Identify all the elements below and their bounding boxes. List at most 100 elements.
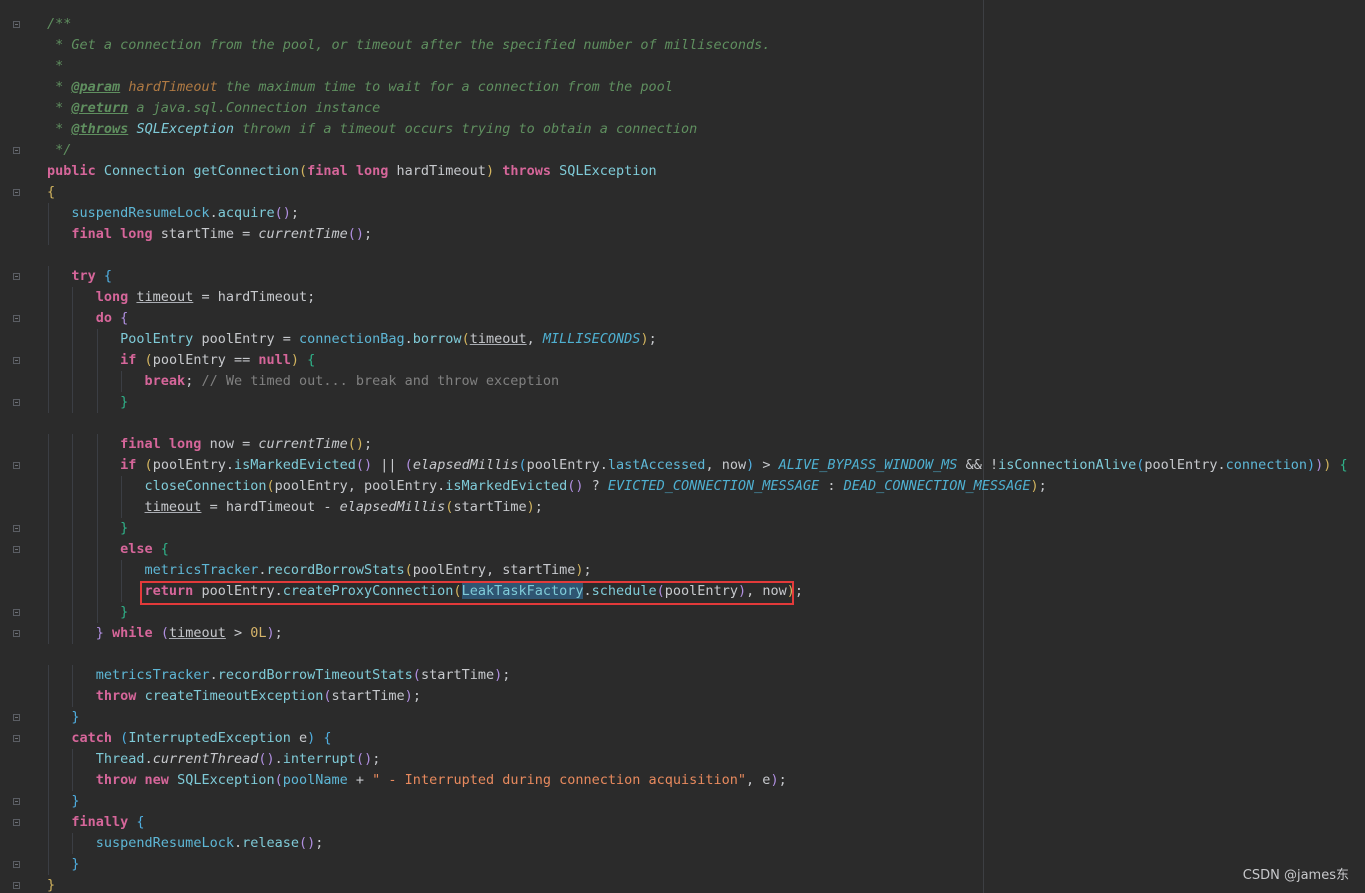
indent-guide <box>48 455 49 476</box>
code-line[interactable]: throw new SQLException(poolName + " - In… <box>0 770 1365 791</box>
code-line[interactable] <box>0 245 1365 266</box>
code-line[interactable]: closeConnection(poolEntry, poolEntry.isM… <box>0 476 1365 497</box>
code-line[interactable] <box>0 644 1365 665</box>
code-token: ; <box>364 436 373 452</box>
code-token: ( <box>298 163 308 179</box>
indent-guide <box>48 749 49 770</box>
code-token: break <box>144 373 186 389</box>
code-line[interactable]: PoolEntry poolEntry = connectionBag.borr… <box>0 329 1365 350</box>
code-token: , e <box>746 772 771 788</box>
code-token: DEAD_CONNECTION_MESSAGE <box>843 478 1031 494</box>
code-line[interactable]: suspendResumeLock.release(); <box>0 833 1365 854</box>
code-token: . <box>233 835 243 851</box>
code-line[interactable]: } <box>0 791 1365 812</box>
code-line[interactable]: timeout = hardTimeout - elapsedMillis(st… <box>0 497 1365 518</box>
code-token: { <box>323 730 332 746</box>
code-line[interactable]: /** <box>0 14 1365 35</box>
code-token: ? <box>583 478 608 494</box>
code-token: ; <box>1038 478 1047 494</box>
code-line[interactable]: * <box>0 56 1365 77</box>
code-token: ) <box>640 331 649 347</box>
code-line[interactable]: metricsTracker.recordBorrowTimeoutStats(… <box>0 665 1365 686</box>
code-line[interactable]: } <box>0 707 1365 728</box>
code-line[interactable]: } <box>0 875 1365 893</box>
code-line[interactable]: try { <box>0 266 1365 287</box>
indent-guide <box>48 581 49 602</box>
code-token: currentThread <box>152 751 259 767</box>
code-token: ( <box>518 457 527 473</box>
code-line[interactable]: catch (InterruptedException e) { <box>0 728 1365 749</box>
code-line[interactable]: if (poolEntry.isMarkedEvicted() || (elap… <box>0 455 1365 476</box>
code-line[interactable]: final long startTime = currentTime(); <box>0 224 1365 245</box>
code-line[interactable]: } <box>0 392 1365 413</box>
indent-guide <box>96 602 98 623</box>
code-line[interactable]: } <box>0 518 1365 539</box>
code-token: { <box>120 310 129 326</box>
code-token: null <box>258 352 291 368</box>
code-line[interactable]: * @throws SQLException thrown if a timeo… <box>0 119 1365 140</box>
indent-guide <box>72 497 74 518</box>
code-line[interactable]: public Connection getConnection(final lo… <box>0 161 1365 182</box>
code-line[interactable]: finally { <box>0 812 1365 833</box>
code-line[interactable]: else { <box>0 539 1365 560</box>
code-token: } <box>71 793 80 809</box>
code-line[interactable]: break; // We timed out... break and thro… <box>0 371 1365 392</box>
code-line[interactable] <box>0 413 1365 434</box>
code-token: suspendResumeLock <box>71 205 210 221</box>
code-line[interactable]: suspendResumeLock.acquire(); <box>0 203 1365 224</box>
code-line[interactable]: Thread.currentThread().interrupt(); <box>0 749 1365 770</box>
code-token: while <box>103 625 161 641</box>
code-token: /** <box>47 16 72 32</box>
code-token: a java.sql.Connection instance <box>128 100 381 116</box>
indent-guide <box>96 350 98 371</box>
code-token: public <box>47 163 104 179</box>
code-token: ( <box>144 352 153 368</box>
code-line[interactable]: } <box>0 854 1365 875</box>
code-line[interactable]: { <box>0 182 1365 203</box>
code-line[interactable]: } <box>0 602 1365 623</box>
indent-guide <box>72 329 74 350</box>
code-editor[interactable]: /** * Get a connection from the pool, or… <box>0 0 1365 893</box>
code-token: isMarkedEvicted <box>445 478 568 494</box>
code-token: > <box>754 457 779 473</box>
code-token: ; <box>315 835 324 851</box>
code-token: @return <box>71 100 129 116</box>
indent-guide <box>48 833 49 854</box>
code-line[interactable]: */ <box>0 140 1365 161</box>
code-token: * Get a connection from the pool, or tim… <box>47 37 771 53</box>
code-line[interactable]: * @return a java.sql.Connection instance <box>0 98 1365 119</box>
indent-guide <box>96 581 98 602</box>
indent-guide <box>48 770 49 791</box>
code-token: ; <box>290 205 300 221</box>
indent-guide <box>48 371 49 392</box>
code-line[interactable]: metricsTracker.recordBorrowStats(poolEnt… <box>0 560 1365 581</box>
code-token: . <box>144 751 153 767</box>
code-line[interactable]: * Get a connection from the pool, or tim… <box>0 35 1365 56</box>
code-token: * <box>47 100 72 116</box>
code-token: throws <box>494 163 560 179</box>
code-line[interactable]: } while (timeout > 0L); <box>0 623 1365 644</box>
indent-guide <box>121 560 123 581</box>
code-line[interactable]: throw createTimeoutException(startTime); <box>0 686 1365 707</box>
code-token: interrupt <box>282 751 356 767</box>
code-token: () <box>355 751 373 767</box>
indent-guide <box>48 665 49 686</box>
code-line[interactable]: * @param hardTimeout the maximum time to… <box>0 77 1365 98</box>
code-line[interactable]: do { <box>0 308 1365 329</box>
code-token: ( <box>412 667 421 683</box>
code-token: && ! <box>957 457 999 473</box>
code-area[interactable]: /** * Get a connection from the pool, or… <box>0 14 1365 893</box>
indent-guide <box>48 350 49 371</box>
code-token: : <box>819 478 844 494</box>
code-token: poolEntry. <box>1144 457 1226 473</box>
code-line[interactable]: long timeout = hardTimeout; <box>0 287 1365 308</box>
code-token: = hardTimeout - <box>201 499 340 515</box>
code-line[interactable]: if (poolEntry == null) { <box>0 350 1365 371</box>
code-line[interactable]: final long now = currentTime(); <box>0 434 1365 455</box>
indent-guide <box>48 287 49 308</box>
code-token: startTime <box>420 667 495 683</box>
